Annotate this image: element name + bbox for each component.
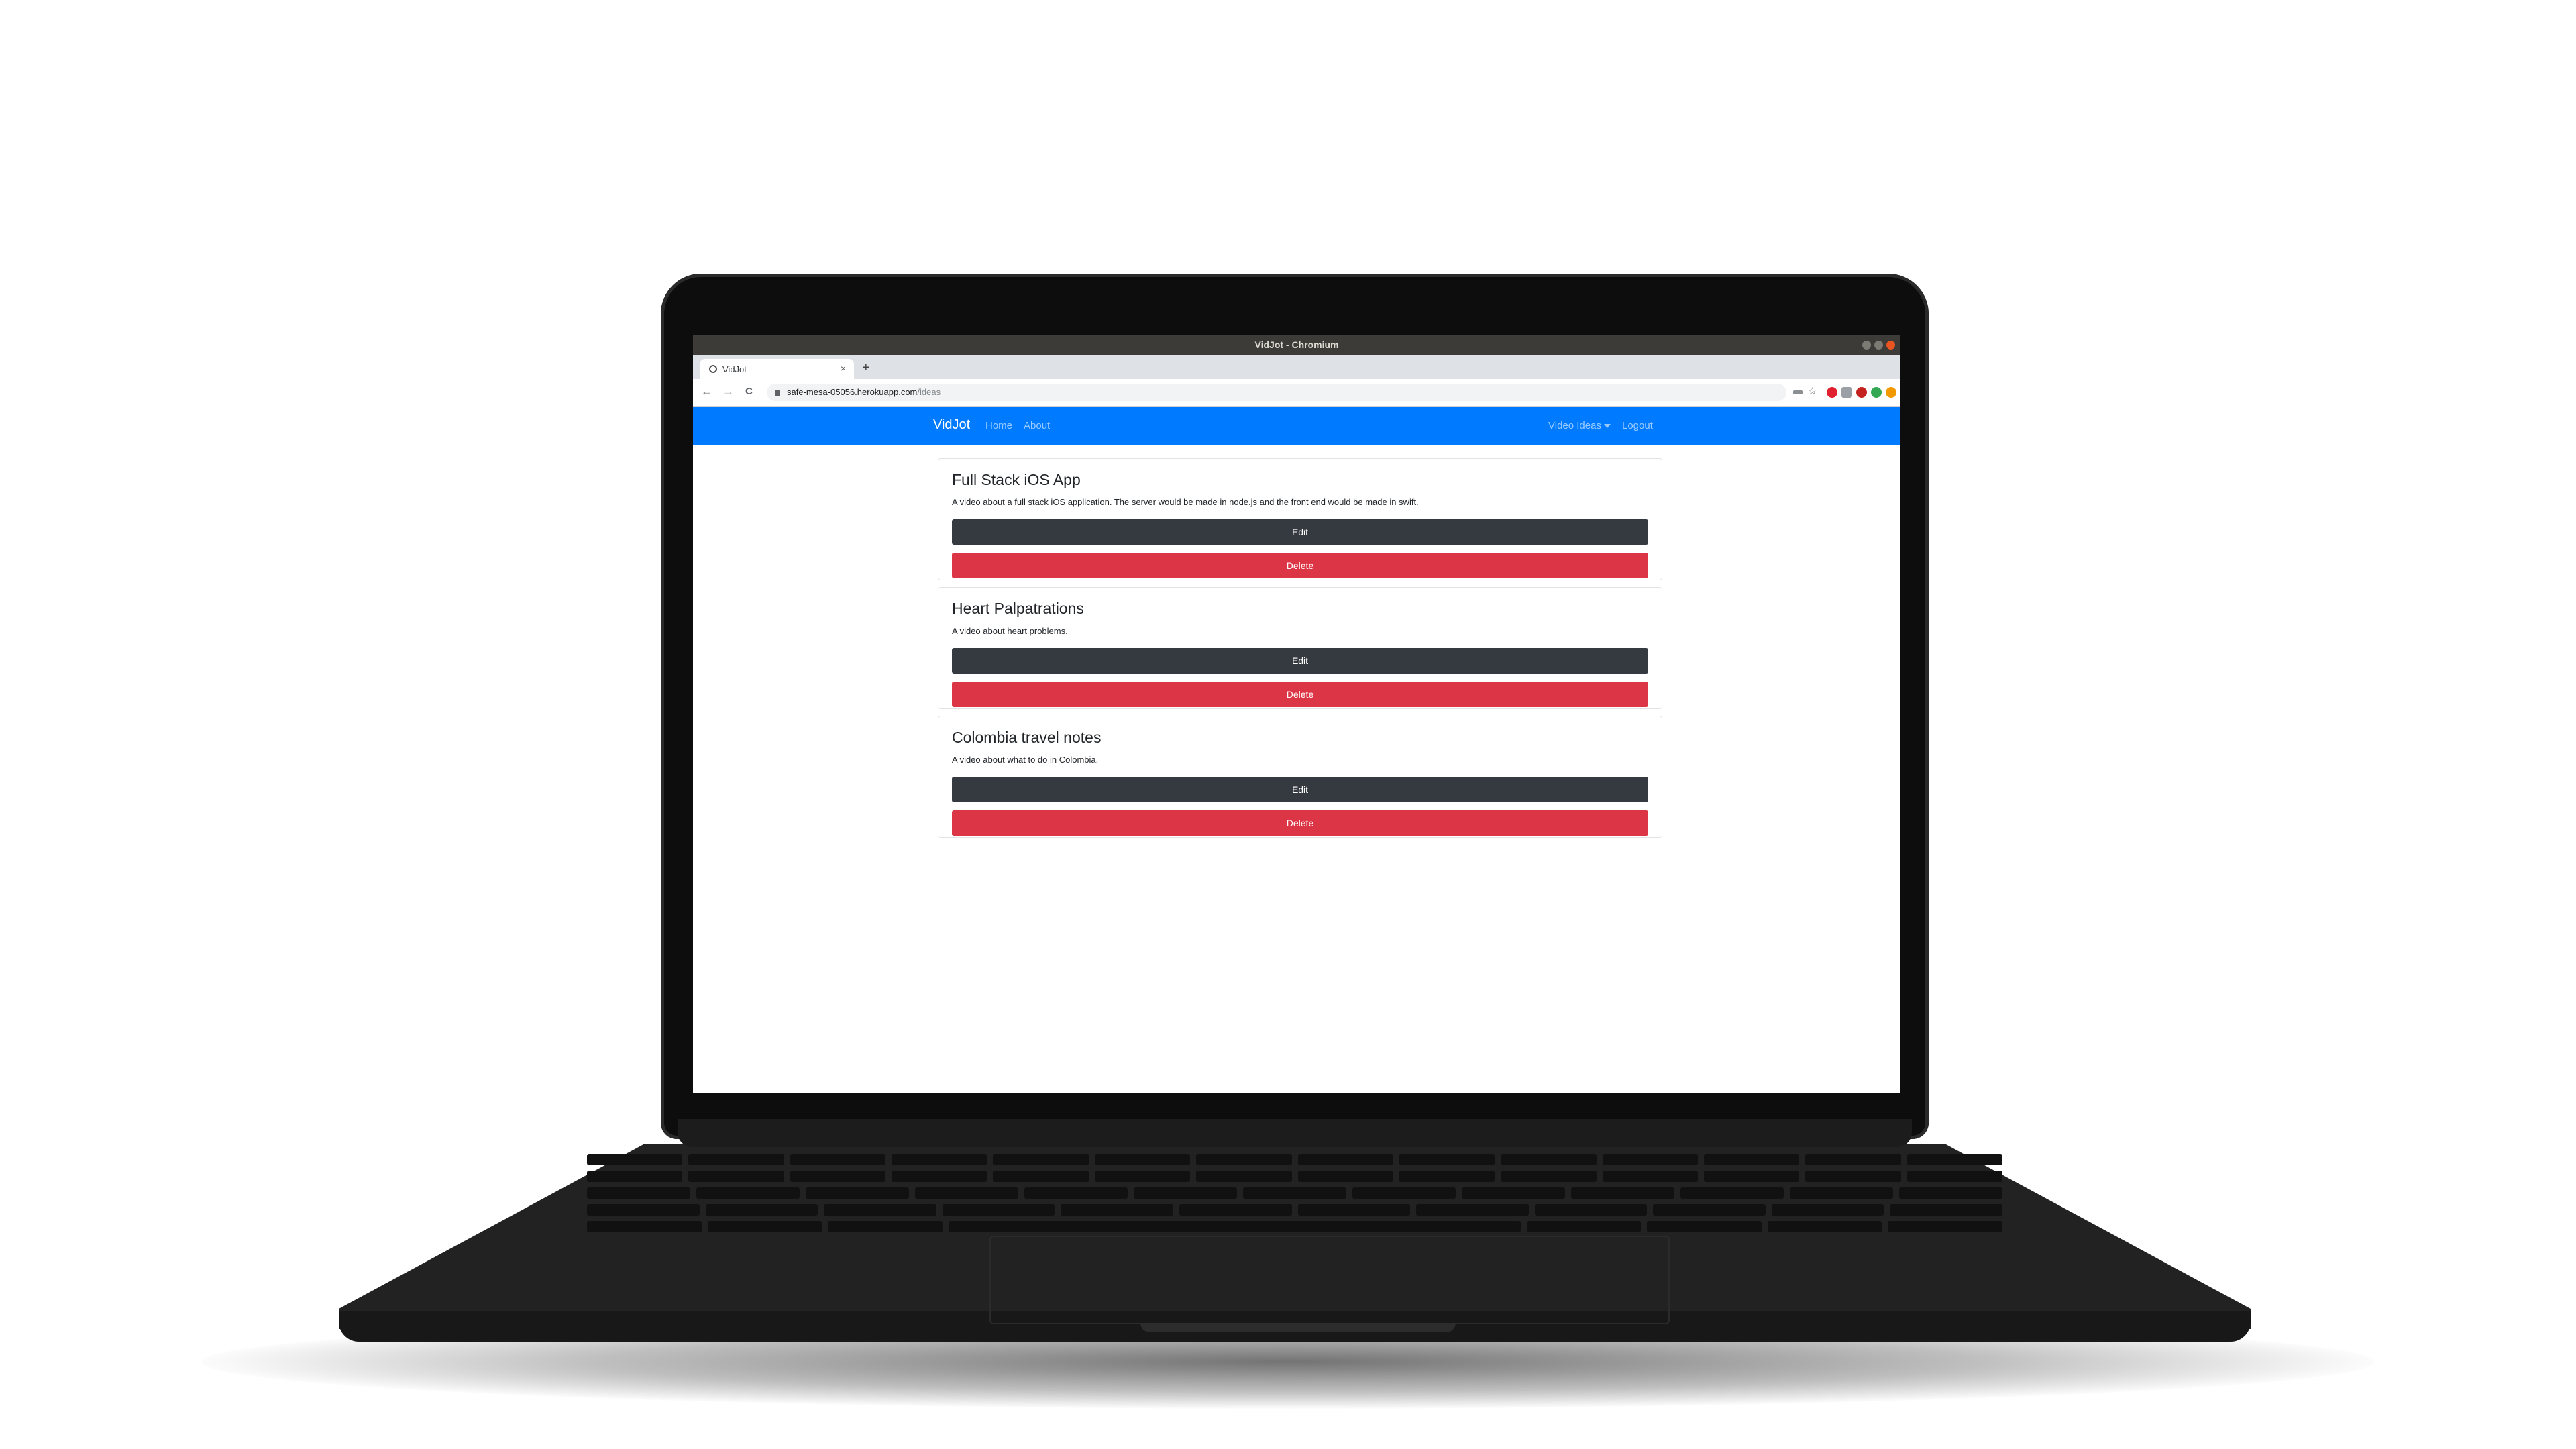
favicon-icon: [709, 365, 717, 373]
laptop-notch: [1140, 1323, 1456, 1332]
idea-title: Colombia travel notes: [952, 729, 1102, 746]
edit-button[interactable]: Edit: [952, 648, 1648, 674]
idea-title: Heart Palpatrations: [952, 600, 1084, 617]
nav-video-ideas-label: Video Ideas: [1548, 420, 1601, 431]
window-title: VidJot - Chromium: [1254, 339, 1339, 350]
forward-button[interactable]: →: [722, 385, 734, 398]
tab-strip: VidJot × +: [693, 355, 1900, 379]
edit-button[interactable]: Edit: [952, 777, 1648, 802]
touchpad: [989, 1236, 1670, 1324]
delete-button[interactable]: Delete: [952, 553, 1648, 578]
idea-title: Full Stack iOS App: [952, 471, 1081, 488]
idea-details: A video about heart problems.: [952, 626, 1068, 636]
keyboard: [586, 1154, 2003, 1234]
laptop-hinge: [678, 1119, 1912, 1147]
idea-card: Colombia travel notes A video about what…: [938, 716, 1662, 838]
opera-extension-icon[interactable]: [1827, 387, 1837, 398]
nav-logout-link[interactable]: Logout: [1622, 420, 1653, 431]
delete-button[interactable]: Delete: [952, 810, 1648, 836]
green-extension-icon[interactable]: [1871, 387, 1882, 398]
url-host: safe-mesa-05056.herokuapp.com: [787, 387, 918, 397]
delete-button[interactable]: Delete: [952, 682, 1648, 707]
tab-title: VidJot: [722, 364, 747, 374]
idea-card: Heart Palpatrations A video about heart …: [938, 587, 1662, 709]
adblock-extension-icon[interactable]: [1856, 387, 1867, 398]
chevron-down-icon: [1603, 424, 1611, 429]
orange-extension-icon[interactable]: [1886, 387, 1896, 398]
back-button[interactable]: ←: [701, 385, 712, 398]
nav-about-link[interactable]: About: [1024, 420, 1050, 431]
url-path: /ideas: [917, 387, 941, 397]
maximize-icon[interactable]: [1874, 341, 1883, 350]
ideas-list: Full Stack iOS App A video about a full …: [938, 458, 1662, 845]
close-icon[interactable]: [1886, 341, 1895, 350]
nav-video-ideas-dropdown[interactable]: Video Ideas: [1548, 420, 1611, 431]
translate-extension-icon[interactable]: [1841, 387, 1852, 398]
nav-home-link[interactable]: Home: [985, 420, 1012, 431]
idea-details: A video about what to do in Colombia.: [952, 755, 1099, 765]
idea-details: A video about a full stack iOS applicati…: [952, 497, 1419, 507]
tab-close-icon[interactable]: ×: [841, 363, 846, 374]
address-bar[interactable]: safe-mesa-05056.herokuapp.com/ideas: [767, 384, 1786, 401]
site-navbar: VidJot Home About Video Ideas Logout: [693, 407, 1900, 445]
laptop-screen: VidJot - Chromium VidJot × + ← → C safe-…: [693, 335, 1900, 1093]
browser-toolbar: ← → C safe-mesa-05056.herokuapp.com/idea…: [693, 379, 1900, 407]
key-icon[interactable]: [1793, 390, 1803, 394]
lock-icon: [775, 390, 780, 396]
idea-card: Full Stack iOS App A video about a full …: [938, 458, 1662, 580]
window-controls: [1862, 341, 1895, 350]
new-tab-button[interactable]: +: [862, 361, 870, 374]
bookmark-star-icon[interactable]: ☆: [1808, 385, 1819, 397]
navbar-brand[interactable]: VidJot: [933, 417, 970, 433]
reload-button[interactable]: C: [745, 385, 753, 398]
window-titlebar: VidJot - Chromium: [693, 335, 1900, 355]
edit-button[interactable]: Edit: [952, 519, 1648, 545]
minimize-icon[interactable]: [1862, 341, 1871, 350]
browser-tab[interactable]: VidJot ×: [700, 359, 854, 379]
